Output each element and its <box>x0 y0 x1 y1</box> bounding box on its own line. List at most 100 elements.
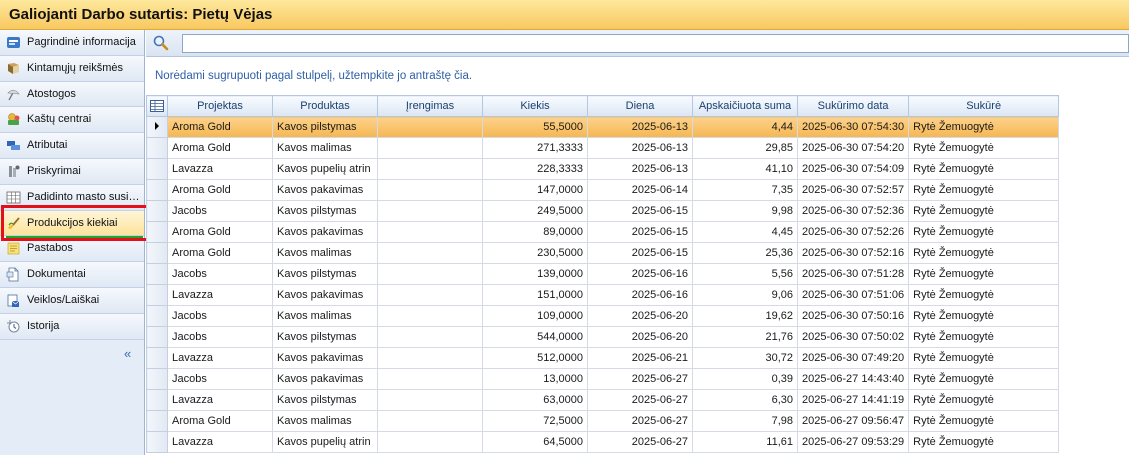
row-indicator[interactable] <box>146 347 168 369</box>
row-indicator[interactable] <box>146 221 168 243</box>
row-indicator[interactable] <box>146 137 168 159</box>
cell-projektas[interactable]: Aroma Gold <box>167 410 273 432</box>
cell-sukure[interactable]: Rytė Žemuogytė <box>908 137 1060 159</box>
cell-irengimas[interactable] <box>377 179 483 201</box>
cell-kiekis[interactable]: 151,0000 <box>482 284 588 306</box>
cell-kiekis[interactable]: 89,0000 <box>482 221 588 243</box>
cell-irengimas[interactable] <box>377 368 483 390</box>
cell-projektas[interactable]: Jacobs <box>167 305 273 327</box>
cell-sukure[interactable]: Rytė Žemuogytė <box>908 200 1060 222</box>
cell-diena[interactable]: 2025-06-27 <box>587 410 693 432</box>
column-header-sukure[interactable]: Sukūrė <box>908 95 1060 117</box>
cell-kiekis[interactable]: 249,5000 <box>482 200 588 222</box>
column-header-produktas[interactable]: Produktas <box>272 95 378 117</box>
cell-sukurimo-data[interactable]: 2025-06-30 07:52:57 <box>796 179 910 201</box>
cell-projektas[interactable]: Lavazza <box>167 347 273 369</box>
row-indicator[interactable] <box>146 242 168 264</box>
table-row[interactable]: Aroma Gold Kavos malimas 271,3333 2025-06-1… <box>146 137 1060 159</box>
cell-sukure[interactable]: Rytė Žemuogytė <box>908 158 1060 180</box>
cell-diena[interactable]: 2025-06-27 <box>587 389 693 411</box>
cell-projektas[interactable]: Aroma Gold <box>167 221 273 243</box>
cell-kiekis[interactable]: 230,5000 <box>482 242 588 264</box>
cell-diena[interactable]: 2025-06-15 <box>587 242 693 264</box>
cell-produktas[interactable]: Kavos pupelių atrin <box>272 158 378 180</box>
cell-projektas[interactable]: Jacobs <box>167 326 273 348</box>
cell-sukurimo-data[interactable]: 2025-06-30 07:54:20 <box>796 137 910 159</box>
cell-diena[interactable]: 2025-06-15 <box>587 221 693 243</box>
cell-projektas[interactable]: Jacobs <box>167 368 273 390</box>
cell-apskaiciuota-suma[interactable]: 41,10 <box>692 158 798 180</box>
cell-sukure[interactable]: Rytė Žemuogytė <box>908 284 1060 306</box>
cell-produktas[interactable]: Kavos malimas <box>272 242 378 264</box>
table-row[interactable]: Lavazza Kavos pupelių atrin 64,5000 2025-06… <box>146 431 1060 453</box>
sidebar-item-dokumentai[interactable]: Dokumentai <box>0 262 144 288</box>
column-header-diena[interactable]: Diena <box>587 95 693 117</box>
row-indicator[interactable] <box>146 200 168 222</box>
cell-diena[interactable]: 2025-06-21 <box>587 347 693 369</box>
table-row[interactable]: Jacobs Kavos pakavimas 13,0000 2025-06-27 0,… <box>146 368 1060 390</box>
cell-apskaiciuota-suma[interactable]: 9,98 <box>692 200 798 222</box>
cell-irengimas[interactable] <box>377 242 483 264</box>
cell-kiekis[interactable]: 139,0000 <box>482 263 588 285</box>
cell-produktas[interactable]: Kavos pilstymas <box>272 389 378 411</box>
cell-diena[interactable]: 2025-06-13 <box>587 137 693 159</box>
table-row[interactable]: Lavazza Kavos pakavimas 151,0000 2025-06-16… <box>146 284 1060 306</box>
table-row[interactable]: Jacobs Kavos pilstymas 139,0000 2025-06-16 5… <box>146 263 1060 285</box>
cell-projektas[interactable]: Aroma Gold <box>167 116 273 138</box>
cell-projektas[interactable]: Jacobs <box>167 263 273 285</box>
cell-projektas[interactable]: Aroma Gold <box>167 137 273 159</box>
sidebar-item-padidinto-masto-susi[interactable]: Padidinto masto susi… <box>0 184 144 211</box>
cell-sukure[interactable]: Rytė Žemuogytė <box>908 368 1060 390</box>
cell-produktas[interactable]: Kavos malimas <box>272 410 378 432</box>
cell-diena[interactable]: 2025-06-15 <box>587 200 693 222</box>
cell-sukure[interactable]: Rytė Žemuogytė <box>908 389 1060 411</box>
column-header-kiekis[interactable]: Kiekis <box>482 95 588 117</box>
row-indicator[interactable] <box>146 389 168 411</box>
column-header-projektas[interactable]: Projektas <box>167 95 273 117</box>
cell-sukurimo-data[interactable]: 2025-06-30 07:51:06 <box>796 284 910 306</box>
table-row[interactable]: Lavazza Kavos pilstymas 63,0000 2025-06-27 6… <box>146 389 1060 411</box>
cell-apskaiciuota-suma[interactable]: 30,72 <box>692 347 798 369</box>
table-row[interactable]: Aroma Gold Kavos pilstymas 55,5000 2025-06-… <box>146 116 1060 138</box>
cell-diena[interactable]: 2025-06-27 <box>587 368 693 390</box>
cell-projektas[interactable]: Lavazza <box>167 158 273 180</box>
column-header-apskaiciuota-suma[interactable]: Apskaičiuota suma <box>692 95 798 117</box>
cell-apskaiciuota-suma[interactable]: 4,45 <box>692 221 798 243</box>
table-row[interactable]: Aroma Gold Kavos pakavimas 147,0000 2025-06… <box>146 179 1060 201</box>
cell-sukurimo-data[interactable]: 2025-06-30 07:52:26 <box>796 221 910 243</box>
cell-irengimas[interactable] <box>377 326 483 348</box>
cell-produktas[interactable]: Kavos pakavimas <box>272 179 378 201</box>
cell-produktas[interactable]: Kavos pilstymas <box>272 116 378 138</box>
cell-diena[interactable]: 2025-06-13 <box>587 116 693 138</box>
cell-irengimas[interactable] <box>377 431 483 453</box>
cell-kiekis[interactable]: 13,0000 <box>482 368 588 390</box>
cell-sukure[interactable]: Rytė Žemuogytė <box>908 431 1060 453</box>
cell-kiekis[interactable]: 55,5000 <box>482 116 588 138</box>
sidebar-item-priskyrimai[interactable]: Priskyrimai <box>0 158 144 185</box>
cell-produktas[interactable]: Kavos pakavimas <box>272 368 378 390</box>
cell-apskaiciuota-suma[interactable]: 5,56 <box>692 263 798 285</box>
cell-sukurimo-data[interactable]: 2025-06-27 09:53:29 <box>796 431 910 453</box>
cell-produktas[interactable]: Kavos pilstymas <box>272 200 378 222</box>
cell-apskaiciuota-suma[interactable]: 7,35 <box>692 179 798 201</box>
table-row[interactable]: Jacobs Kavos pilstymas 249,5000 2025-06-15 9… <box>146 200 1060 222</box>
sidebar-item-pastabos[interactable]: Pastabos <box>0 236 144 263</box>
cell-sukurimo-data[interactable]: 2025-06-30 07:50:02 <box>796 326 910 348</box>
cell-irengimas[interactable] <box>377 305 483 327</box>
cell-projektas[interactable]: Aroma Gold <box>167 242 273 264</box>
column-header-irengimas[interactable]: Įrengimas <box>377 95 483 117</box>
cell-apskaiciuota-suma[interactable]: 21,76 <box>692 326 798 348</box>
cell-apskaiciuota-suma[interactable]: 29,85 <box>692 137 798 159</box>
sidebar-item-atributai[interactable]: Atributai <box>0 133 144 159</box>
row-indicator[interactable] <box>146 263 168 285</box>
table-row[interactable]: Lavazza Kavos pakavimas 512,0000 2025-06-21… <box>146 347 1060 369</box>
cell-sukurimo-data[interactable]: 2025-06-30 07:54:30 <box>796 116 910 138</box>
table-row[interactable]: Jacobs Kavos malimas 109,0000 2025-06-20 19,… <box>146 305 1060 327</box>
cell-irengimas[interactable] <box>377 200 483 222</box>
cell-diena[interactable]: 2025-06-16 <box>587 263 693 285</box>
cell-irengimas[interactable] <box>377 263 483 285</box>
sidebar-item-veiklos-laiskai[interactable]: Veiklos/Laiškai <box>0 287 144 314</box>
cell-sukurimo-data[interactable]: 2025-06-30 07:54:09 <box>796 158 910 180</box>
cell-kiekis[interactable]: 63,0000 <box>482 389 588 411</box>
sidebar-item-kintamuju-reiksmes[interactable]: Kintamųjų reikšmės <box>0 55 144 82</box>
